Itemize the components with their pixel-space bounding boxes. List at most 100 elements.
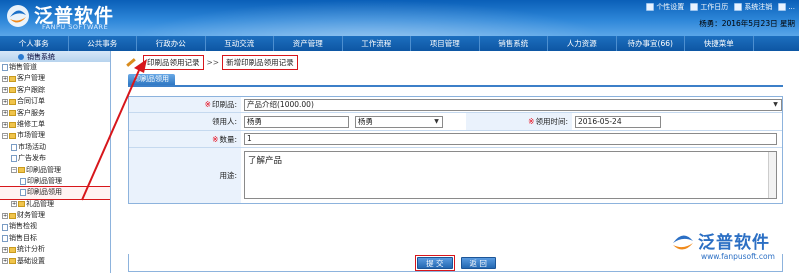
nav-public[interactable]: 公共事务	[69, 36, 137, 51]
submit-button[interactable]: 提 交	[417, 256, 453, 269]
collapse-icon[interactable]: −	[2, 133, 8, 140]
sidebar-item-label: 统计分析	[17, 245, 45, 254]
sidebar: 销售系统 销售管道 + 客户管理 + 客户跟踪 + 合同订单 + 客户服务 + 维修工单 − 市场管理市…	[0, 51, 111, 273]
sidebar-item-label: 客户服务	[17, 108, 45, 117]
sidebar-item[interactable]: + 合同订单	[0, 96, 110, 107]
nav-todo[interactable]: 待办事宜(66)	[617, 36, 685, 51]
sidebar-item-label: 客户跟踪	[17, 85, 45, 94]
folder-icon	[9, 87, 16, 94]
textarea-scrollbar[interactable]	[768, 152, 776, 198]
breadcrumb-records-link[interactable]: 印刷品领用记录	[143, 54, 204, 70]
expand-icon[interactable]: +	[2, 110, 8, 117]
sidebar-item[interactable]: 销售目标	[0, 233, 110, 244]
sidebar-item-label: 广告发布	[18, 154, 46, 163]
folder-icon	[9, 98, 16, 105]
folder-icon	[9, 246, 16, 253]
tab-print-receive[interactable]: 印刷品领用	[128, 74, 175, 85]
folder-icon	[9, 212, 16, 219]
sidebar-item-label: 合同订单	[17, 97, 45, 106]
nav-assets[interactable]: 资产管理	[274, 36, 343, 51]
user-date-line: 杨勇：2016年5月23日 星期	[699, 19, 795, 28]
sidebar-item[interactable]: 印刷品领用	[0, 186, 110, 200]
quantity-label: ※ 数量:	[129, 131, 241, 147]
sidebar-item[interactable]: + 客户服务	[0, 108, 110, 119]
quantity-input[interactable]: 1	[244, 133, 777, 145]
form-row-recipient: 领用人: 杨勇 杨勇 ▼ ※ 领用时间: 2016-05-24	[129, 113, 782, 131]
folder-icon	[9, 76, 16, 83]
recipient-select[interactable]: 杨勇 ▼	[355, 115, 443, 128]
required-mark: ※	[212, 134, 219, 144]
sidebar-item[interactable]: + 客户跟踪	[0, 85, 110, 96]
top-link-settings[interactable]: 个性设置	[646, 2, 684, 12]
sidebar-item[interactable]: 广告发布	[0, 153, 110, 164]
expand-icon[interactable]: +	[11, 201, 17, 208]
sidebar-item[interactable]: + 维修工单	[0, 119, 110, 130]
expand-icon[interactable]: +	[2, 212, 8, 219]
breadcrumb-separator: >>	[206, 57, 220, 67]
sidebar-header[interactable]: 销售系统	[0, 51, 110, 62]
submit-highlight: 提 交	[415, 254, 455, 271]
watermark: 泛普软件 www.fanpusoft.com	[666, 225, 799, 273]
expand-icon[interactable]: +	[2, 87, 8, 94]
fanpu-watermark-icon	[673, 235, 693, 250]
nav-admin[interactable]: 行政办公	[137, 36, 206, 51]
sidebar-item[interactable]: − 市场管理	[0, 130, 110, 141]
sidebar-item[interactable]: + 客户管理	[0, 73, 110, 84]
tab-strip: 印刷品领用	[128, 74, 783, 87]
nav-shortcuts[interactable]: 快捷菜单	[685, 36, 754, 51]
sidebar-item[interactable]: − 印刷品管理	[0, 165, 110, 176]
top-link-logout[interactable]: 系统注销	[734, 2, 772, 12]
item-select[interactable]: 产品介绍(1000.00) ▼	[244, 98, 782, 111]
sidebar-item-label: 市场活动	[18, 142, 46, 151]
expand-icon[interactable]: +	[2, 76, 8, 83]
folder-icon	[18, 201, 25, 208]
sidebar-item[interactable]: 市场活动	[0, 142, 110, 153]
sidebar-item-label: 基础设置	[17, 256, 45, 265]
form-row-quantity: ※ 数量: 1	[129, 131, 782, 148]
sidebar-item[interactable]: + 基础设置	[0, 256, 110, 267]
page-icon	[20, 189, 26, 197]
nav-interaction[interactable]: 互动交流	[206, 36, 274, 51]
sidebar-item-label: 财务管理	[17, 211, 45, 220]
expand-icon[interactable]: +	[2, 246, 8, 253]
recipient-label: 领用人:	[129, 113, 241, 130]
expand-icon[interactable]: +	[2, 121, 8, 128]
sidebar-item[interactable]: 印刷品管理	[0, 176, 110, 187]
settings-icon	[646, 3, 655, 11]
folder-icon	[9, 258, 16, 265]
chevron-down-icon: ▼	[434, 117, 439, 125]
breadcrumb: 印刷品领用记录 >> 新增印刷品领用记录	[112, 51, 799, 73]
purpose-label: 用途:	[129, 148, 241, 203]
folder-icon	[9, 121, 16, 128]
page-icon	[20, 178, 26, 186]
module-icon	[18, 53, 24, 60]
sidebar-item[interactable]: + 统计分析	[0, 244, 110, 255]
sidebar-item-label: 销售目标	[9, 233, 37, 242]
nav-personal[interactable]: 个人事务	[0, 36, 69, 51]
back-button[interactable]: 返 回	[460, 256, 496, 269]
nav-workflow[interactable]: 工作流程	[343, 36, 411, 51]
watermark-text: 泛普软件	[698, 233, 770, 253]
expand-icon[interactable]: +	[2, 258, 8, 265]
expand-icon[interactable]: +	[2, 98, 8, 105]
recipient-input[interactable]: 杨勇	[244, 115, 349, 128]
top-link-calendar[interactable]: 工作日历	[690, 2, 728, 12]
sidebar-item-label: 礼品管理	[26, 199, 54, 208]
sidebar-item-label: 市场管理	[17, 131, 45, 140]
nav-sales[interactable]: 销售系统	[480, 36, 548, 51]
sidebar-item[interactable]: + 礼品管理	[0, 199, 110, 210]
collapse-icon[interactable]: −	[11, 167, 17, 174]
more-icon	[778, 3, 787, 11]
receive-time-input[interactable]: 2016-05-24	[575, 115, 661, 128]
top-link-more[interactable]: ...	[778, 2, 795, 12]
purpose-textarea[interactable]: 了解产品	[244, 151, 777, 199]
folder-icon	[18, 167, 25, 174]
item-label: ※ 印刷品:	[129, 97, 241, 112]
sidebar-item[interactable]: + 财务管理	[0, 210, 110, 221]
sidebar-item[interactable]: 销售检视	[0, 221, 110, 232]
sidebar-item[interactable]: 销售管道	[0, 62, 110, 73]
form-row-purpose: 用途: 了解产品	[129, 148, 782, 203]
nav-projects[interactable]: 项目管理	[411, 36, 480, 51]
receive-form: ※ 印刷品: 产品介绍(1000.00) ▼ 领用人: 杨勇 杨勇 ▼ ※ 领用时间…	[128, 96, 783, 204]
nav-hr[interactable]: 人力资源	[548, 36, 617, 51]
